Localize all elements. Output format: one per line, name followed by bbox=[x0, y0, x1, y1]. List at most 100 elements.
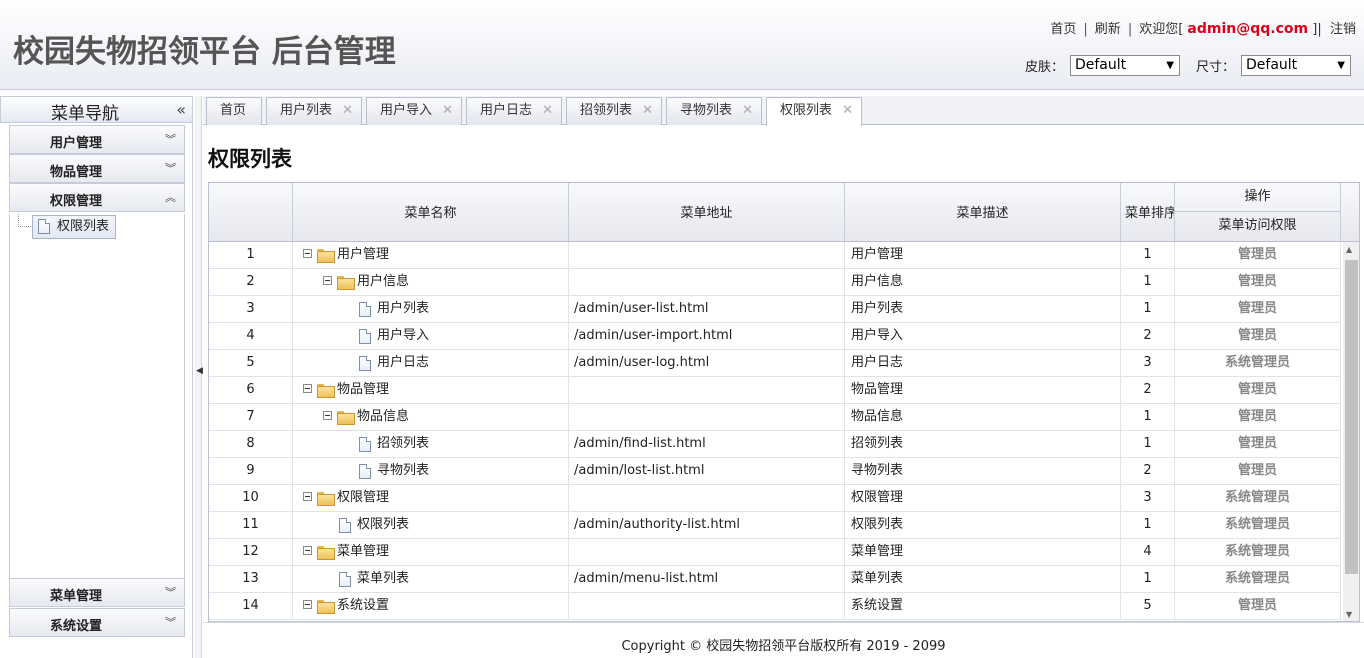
close-icon[interactable]: ✕ bbox=[342, 98, 353, 124]
tab-find-list[interactable]: 招领列表 ✕ bbox=[566, 97, 662, 125]
tree-toggle-icon[interactable] bbox=[323, 276, 332, 285]
panel-label: 菜单管理 bbox=[50, 589, 103, 604]
table-row[interactable]: 9 寻物列表/admin/lost-list.html 寻物列表 2 管理员 bbox=[209, 458, 1341, 485]
menu-name: 权限管理 bbox=[337, 490, 390, 505]
row-number: 7 bbox=[209, 404, 293, 431]
table-row[interactable]: 2 用户信息 用户信息 1 管理员 bbox=[209, 269, 1341, 296]
expand-icon[interactable]: ︾ bbox=[165, 614, 176, 630]
sidebar-item-authority-list[interactable]: 权限列表 bbox=[32, 215, 116, 239]
menu-desc: 物品管理 bbox=[845, 377, 1121, 404]
header-menu-name[interactable]: 菜单名称 bbox=[293, 183, 569, 241]
logout-link[interactable]: 注销 bbox=[1330, 22, 1356, 37]
close-icon[interactable]: ✕ bbox=[542, 98, 553, 124]
tree-toggle-icon[interactable] bbox=[303, 249, 312, 258]
tree-toggle-icon[interactable] bbox=[303, 492, 312, 501]
layout-splitter[interactable]: ◀ bbox=[195, 96, 203, 658]
scroll-up-icon[interactable]: ▲ bbox=[1346, 245, 1352, 254]
table-row[interactable]: 4 用户导入/admin/user-import.html 用户导入 2 管理员 bbox=[209, 323, 1341, 350]
splitter-arrow-icon[interactable]: ◀ bbox=[196, 366, 203, 376]
home-link[interactable]: 首页 bbox=[1050, 22, 1076, 37]
table-row[interactable]: 11 权限列表/admin/authority-list.html 权限列表 1 系统管… bbox=[209, 512, 1341, 539]
header-index bbox=[209, 183, 293, 241]
folder-icon bbox=[317, 249, 335, 263]
row-number: 2 bbox=[209, 269, 293, 296]
admin-app: 校园失物招领平台 后台管理 首页 | 刷新 | 欢迎您[ admin@qq.com ]|… bbox=[0, 0, 1364, 658]
table-row[interactable]: 13 菜单列表/admin/menu-list.html 菜单列表 1 系统管理员 bbox=[209, 566, 1341, 593]
expand-icon[interactable]: ︾ bbox=[165, 131, 176, 147]
folder-icon bbox=[317, 546, 335, 560]
tree-toggle-icon[interactable] bbox=[323, 411, 332, 420]
access-role: 管理员 bbox=[1175, 431, 1341, 458]
header-menu-url[interactable]: 菜单地址 bbox=[569, 183, 845, 241]
current-user[interactable]: admin@qq.com bbox=[1187, 21, 1308, 37]
menu-name: 用户列表 bbox=[377, 301, 430, 316]
menu-name-cell: 寻物列表 bbox=[293, 458, 569, 485]
table-row[interactable]: 14 系统设置 系统设置 5 管理员 bbox=[209, 593, 1341, 620]
row-number: 5 bbox=[209, 350, 293, 377]
tree-toggle-icon[interactable] bbox=[303, 384, 312, 393]
menu-sort: 1 bbox=[1121, 242, 1175, 269]
menu-url: /admin/user-log.html bbox=[569, 350, 845, 377]
collapse-sidebar-icon[interactable]: « bbox=[176, 100, 186, 119]
menu-desc: 寻物列表 bbox=[845, 458, 1121, 485]
menu-name: 招领列表 bbox=[377, 436, 430, 451]
menu-sort: 5 bbox=[1121, 593, 1175, 620]
tab-user-import[interactable]: 用户导入 ✕ bbox=[366, 97, 462, 125]
menu-url: /admin/authority-list.html bbox=[569, 512, 845, 539]
row-number: 10 bbox=[209, 485, 293, 512]
table-row[interactable]: 5 用户日志/admin/user-log.html 用户日志 3 系统管理员 bbox=[209, 350, 1341, 377]
scroll-down-icon[interactable]: ▼ bbox=[1346, 610, 1352, 619]
row-number: 14 bbox=[209, 593, 293, 620]
sidebar-panel-item[interactable]: 物品管理 ︾ bbox=[9, 154, 185, 183]
menu-desc: 用户管理 bbox=[845, 242, 1121, 269]
tab-user-log[interactable]: 用户日志 ✕ bbox=[466, 97, 562, 125]
scroll-thumb[interactable] bbox=[1345, 260, 1358, 574]
table-row[interactable]: 6 物品管理 物品管理 2 管理员 bbox=[209, 377, 1341, 404]
sidebar-panel-user[interactable]: 用户管理 ︾ bbox=[9, 125, 185, 154]
header-access-permission[interactable]: 菜单访问权限 bbox=[1175, 212, 1341, 241]
header-menu-sort[interactable]: 菜单排序 bbox=[1121, 183, 1175, 241]
access-role: 系统管理员 bbox=[1175, 566, 1341, 593]
tab-authority-list[interactable]: 权限列表 ✕ bbox=[766, 97, 862, 126]
close-icon[interactable]: ✕ bbox=[642, 98, 653, 124]
expand-icon[interactable]: ︾ bbox=[165, 584, 176, 600]
sidebar-panel-authority[interactable]: 权限管理 ︽ bbox=[9, 183, 185, 212]
menu-name-cell: 用户列表 bbox=[293, 296, 569, 323]
table-row[interactable]: 10 权限管理 权限管理 3 系统管理员 bbox=[209, 485, 1341, 512]
row-number: 1 bbox=[209, 242, 293, 269]
header-menu-desc[interactable]: 菜单描述 bbox=[845, 183, 1121, 241]
header-operation: 操作 bbox=[1175, 183, 1341, 212]
refresh-link[interactable]: 刷新 bbox=[1095, 22, 1121, 37]
sidebar-panel-system[interactable]: 系统设置 ︾ bbox=[9, 608, 185, 637]
menu-name-cell: 物品管理 bbox=[293, 377, 569, 404]
tree-connector bbox=[18, 214, 31, 227]
size-select[interactable]: Default ▼ bbox=[1241, 55, 1351, 76]
collapse-icon[interactable]: ︽ bbox=[165, 189, 176, 205]
table-row[interactable]: 7 物品信息 物品信息 1 管理员 bbox=[209, 404, 1341, 431]
sidebar-panel-menu[interactable]: 菜单管理 ︾ bbox=[9, 578, 185, 607]
close-icon[interactable]: ✕ bbox=[842, 98, 853, 124]
menu-desc: 系统设置 bbox=[845, 593, 1121, 620]
vertical-scrollbar[interactable]: ▲ ▼ bbox=[1343, 242, 1359, 621]
table-row[interactable]: 8 招领列表/admin/find-list.html 招领列表 1 管理员 bbox=[209, 431, 1341, 458]
close-icon[interactable]: ✕ bbox=[742, 98, 753, 124]
tree-toggle-icon[interactable] bbox=[303, 600, 312, 609]
menu-sort: 2 bbox=[1121, 458, 1175, 485]
menu-url bbox=[569, 539, 845, 566]
tab-lost-list[interactable]: 寻物列表 ✕ bbox=[666, 97, 762, 125]
expand-icon[interactable]: ︾ bbox=[165, 160, 176, 176]
table-row[interactable]: 3 用户列表/admin/user-list.html 用户列表 1 管理员 bbox=[209, 296, 1341, 323]
tab-user-list[interactable]: 用户列表 ✕ bbox=[266, 97, 362, 125]
tab-home[interactable]: 首页 bbox=[206, 97, 262, 125]
close-icon[interactable]: ✕ bbox=[442, 98, 453, 124]
tree-toggle-icon[interactable] bbox=[303, 546, 312, 555]
skin-select[interactable]: Default ▼ bbox=[1069, 55, 1180, 76]
sidebar-item-label: 权限列表 bbox=[57, 219, 110, 234]
table-row[interactable]: 1 用户管理 用户管理 1 管理员 bbox=[209, 242, 1341, 269]
menu-name: 寻物列表 bbox=[377, 463, 430, 478]
menu-name-cell: 用户管理 bbox=[293, 242, 569, 269]
document-icon bbox=[359, 437, 371, 452]
authority-table: 菜单名称 菜单地址 菜单描述 菜单排序 操作 菜单访问权限 1 用户管理 用户管理 1… bbox=[208, 182, 1360, 622]
table-row[interactable]: 12 菜单管理 菜单管理 4 系统管理员 bbox=[209, 539, 1341, 566]
tab-bar: 首页 用户列表 ✕ 用户导入 ✕ 用户日志 ✕ 招领列表 ✕ 寻物列表 ✕ 权限列表 ✕ bbox=[203, 96, 1364, 126]
